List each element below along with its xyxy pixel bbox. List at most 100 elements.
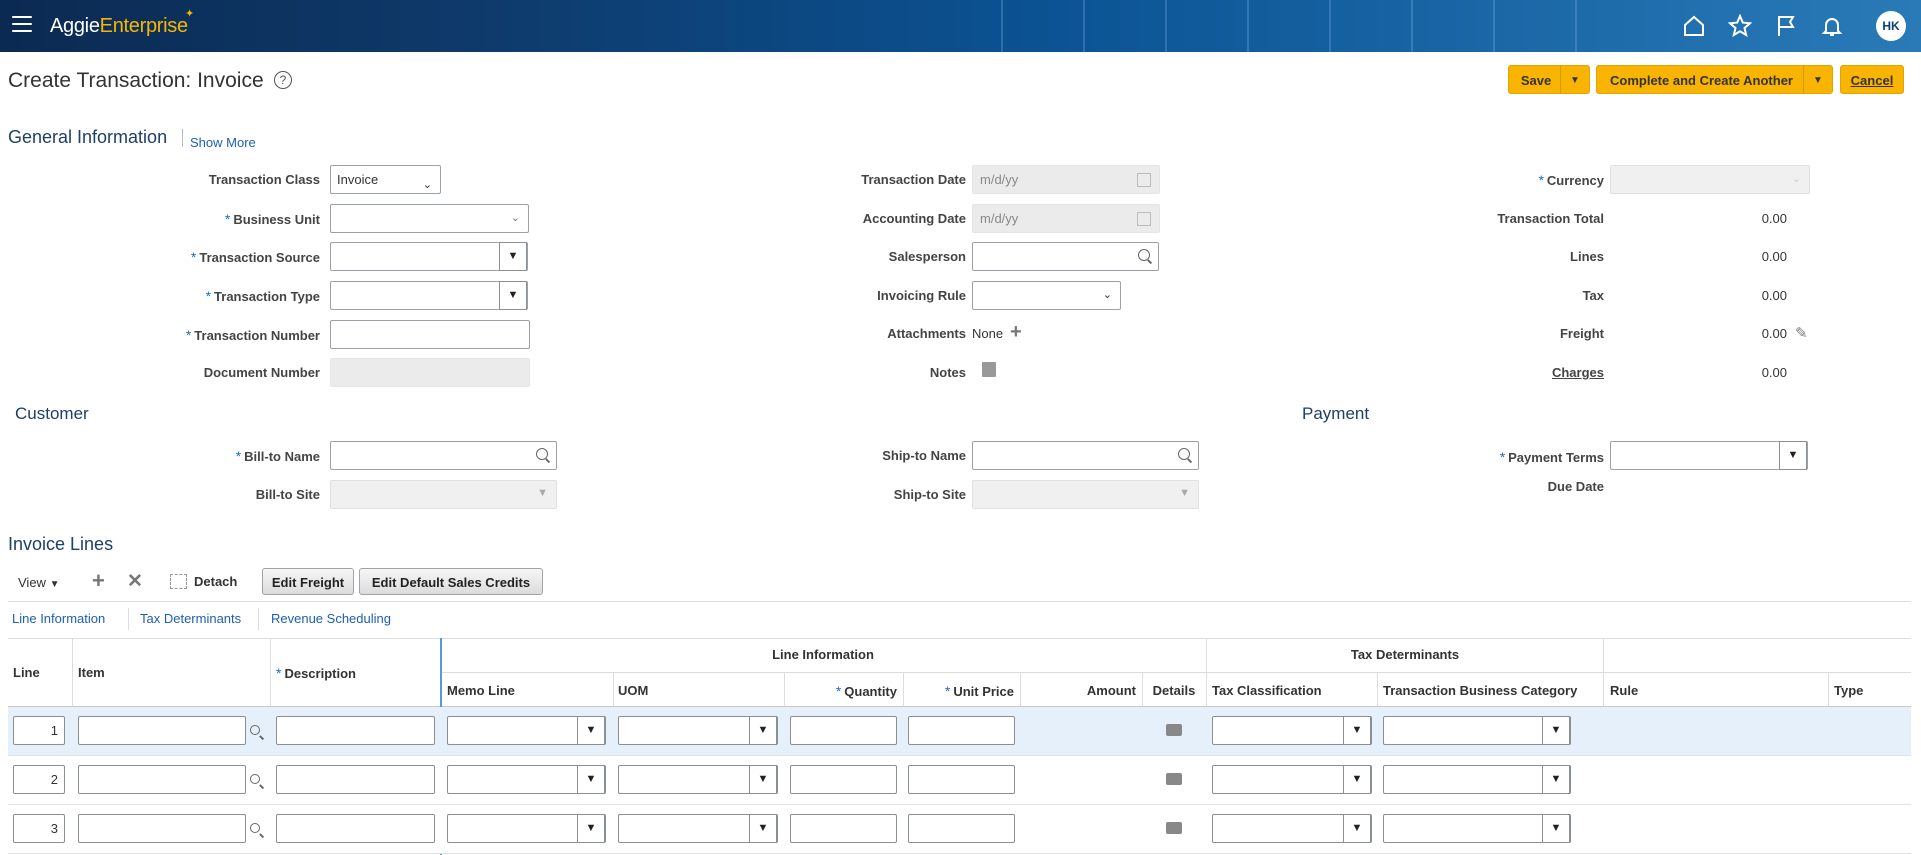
cancel-button[interactable]: Cancel (1840, 65, 1904, 94)
tax-classification-input[interactable]: ▼ (1212, 716, 1372, 745)
dropdown-icon[interactable]: ▼ (749, 716, 777, 745)
line-number-input[interactable]: 3 (13, 814, 65, 843)
detach-label[interactable]: Detach (194, 574, 237, 589)
complete-dropdown-icon[interactable]: ▼ (1803, 66, 1832, 93)
edit-default-sales-credits-button[interactable]: Edit Default Sales Credits (359, 568, 543, 595)
flag-icon[interactable] (1774, 14, 1798, 38)
add-row-icon[interactable]: + (92, 568, 105, 594)
uom-input[interactable]: ▼ (618, 765, 778, 794)
detach-icon[interactable] (170, 574, 187, 589)
transaction-business-category-input[interactable]: ▼ (1383, 765, 1571, 794)
column-header-line[interactable]: Line (13, 665, 40, 680)
column-header-uom[interactable]: UOM (618, 683, 648, 698)
search-icon[interactable] (250, 823, 260, 833)
edit-pencil-icon[interactable]: ✎ (1795, 324, 1808, 342)
line-number-input[interactable]: 1 (13, 716, 65, 745)
search-icon[interactable] (250, 774, 260, 784)
column-header-amount[interactable]: Amount (1020, 683, 1136, 698)
bill-to-site-select[interactable]: ▼ (330, 480, 557, 509)
transaction-number-input[interactable] (330, 320, 530, 349)
transaction-business-category-input[interactable]: ▼ (1383, 814, 1571, 843)
tab-line-information[interactable]: Line Information (12, 611, 105, 626)
unit-price-input[interactable] (908, 765, 1015, 794)
accounting-date-input[interactable]: m/d/yy (972, 204, 1160, 233)
save-dropdown-icon[interactable]: ▼ (1560, 66, 1589, 93)
dropdown-icon[interactable]: ▼ (1779, 441, 1807, 470)
calendar-icon[interactable] (1137, 212, 1151, 226)
uom-input[interactable]: ▼ (618, 716, 778, 745)
tab-tax-determinants[interactable]: Tax Determinants (140, 611, 241, 626)
dropdown-icon[interactable]: ▼ (1542, 765, 1570, 794)
column-header-unit-price[interactable]: * Unit Price (903, 683, 1014, 699)
details-icon[interactable] (1166, 724, 1182, 736)
ship-to-name-input[interactable] (972, 441, 1199, 470)
invoicing-rule-select[interactable]: ⌄ (972, 281, 1121, 310)
item-input[interactable] (78, 814, 246, 843)
transaction-source-input[interactable]: ▼ (330, 242, 528, 271)
quantity-input[interactable] (790, 814, 897, 843)
dropdown-icon[interactable]: ▼ (749, 765, 777, 794)
transaction-date-input[interactable]: m/d/yy (972, 165, 1160, 194)
search-icon[interactable] (1178, 448, 1190, 460)
unit-price-input[interactable] (908, 814, 1015, 843)
complete-and-create-another-button[interactable]: Complete and Create Another ▼ (1596, 65, 1833, 94)
ship-to-site-select[interactable]: ▼ (972, 480, 1199, 509)
line-number-input[interactable]: 2 (13, 765, 65, 794)
transaction-type-input[interactable]: ▼ (330, 281, 528, 310)
dropdown-icon[interactable]: ▼ (1343, 716, 1371, 745)
add-attachment-icon[interactable]: + (1010, 322, 1022, 342)
dropdown-icon[interactable]: ▼ (1343, 814, 1371, 843)
help-icon[interactable]: ? (274, 71, 292, 89)
quantity-input[interactable] (790, 716, 897, 745)
description-input[interactable] (276, 716, 435, 745)
column-header-details[interactable]: Details (1142, 683, 1206, 698)
dropdown-icon[interactable]: ▼ (749, 814, 777, 843)
description-input[interactable] (276, 814, 435, 843)
dropdown-icon[interactable]: ▼ (577, 765, 605, 794)
dropdown-icon[interactable]: ▼ (577, 716, 605, 745)
unit-price-input[interactable] (908, 716, 1015, 745)
column-header-type[interactable]: Type (1834, 683, 1863, 698)
charges-label[interactable]: Charges (1400, 365, 1604, 380)
payment-terms-input[interactable]: ▼ (1610, 441, 1808, 470)
details-icon[interactable] (1166, 773, 1182, 785)
transaction-class-select[interactable]: Invoice ⌄ (330, 165, 441, 194)
bell-icon[interactable] (1820, 14, 1844, 38)
user-avatar[interactable]: HK (1876, 11, 1906, 41)
dropdown-icon[interactable]: ▼ (1542, 716, 1570, 745)
edit-freight-button[interactable]: Edit Freight (262, 568, 354, 595)
business-unit-select[interactable]: ⌄ (330, 204, 529, 233)
app-logo[interactable]: AggieEnterprise ✦ (50, 8, 194, 38)
menu-icon[interactable] (12, 16, 32, 32)
memo-line-input[interactable]: ▼ (447, 716, 606, 745)
item-input[interactable] (78, 716, 246, 745)
home-icon[interactable] (1682, 14, 1706, 38)
dropdown-icon[interactable]: ▼ (499, 281, 527, 310)
memo-line-input[interactable]: ▼ (447, 765, 606, 794)
column-header-memo-line[interactable]: Memo Line (447, 683, 515, 698)
dropdown-icon[interactable]: ▼ (1343, 765, 1371, 794)
bill-to-name-input[interactable] (330, 441, 557, 470)
search-icon[interactable] (250, 725, 260, 735)
calendar-icon[interactable] (1137, 173, 1151, 187)
column-header-transaction-business-category[interactable]: Transaction Business Category (1383, 683, 1577, 698)
dropdown-icon[interactable]: ▼ (1542, 814, 1570, 843)
show-more-link[interactable]: Show More (190, 135, 256, 150)
notes-icon[interactable] (982, 362, 996, 377)
star-icon[interactable] (1728, 14, 1752, 38)
dropdown-icon[interactable]: ▼ (577, 814, 605, 843)
view-menu[interactable]: View ▼ (18, 575, 59, 590)
column-header-quantity[interactable]: * Quantity (784, 683, 897, 699)
column-header-rule[interactable]: Rule (1610, 683, 1638, 698)
quantity-input[interactable] (790, 765, 897, 794)
dropdown-icon[interactable]: ▼ (499, 242, 527, 271)
tax-classification-input[interactable]: ▼ (1212, 765, 1372, 794)
transaction-business-category-input[interactable]: ▼ (1383, 716, 1571, 745)
description-input[interactable] (276, 765, 435, 794)
item-input[interactable] (78, 765, 246, 794)
details-icon[interactable] (1166, 822, 1182, 834)
tax-classification-input[interactable]: ▼ (1212, 814, 1372, 843)
delete-row-icon[interactable]: ✕ (127, 570, 143, 593)
tab-revenue-scheduling[interactable]: Revenue Scheduling (271, 611, 391, 626)
currency-select[interactable]: ⌄ (1610, 165, 1810, 194)
